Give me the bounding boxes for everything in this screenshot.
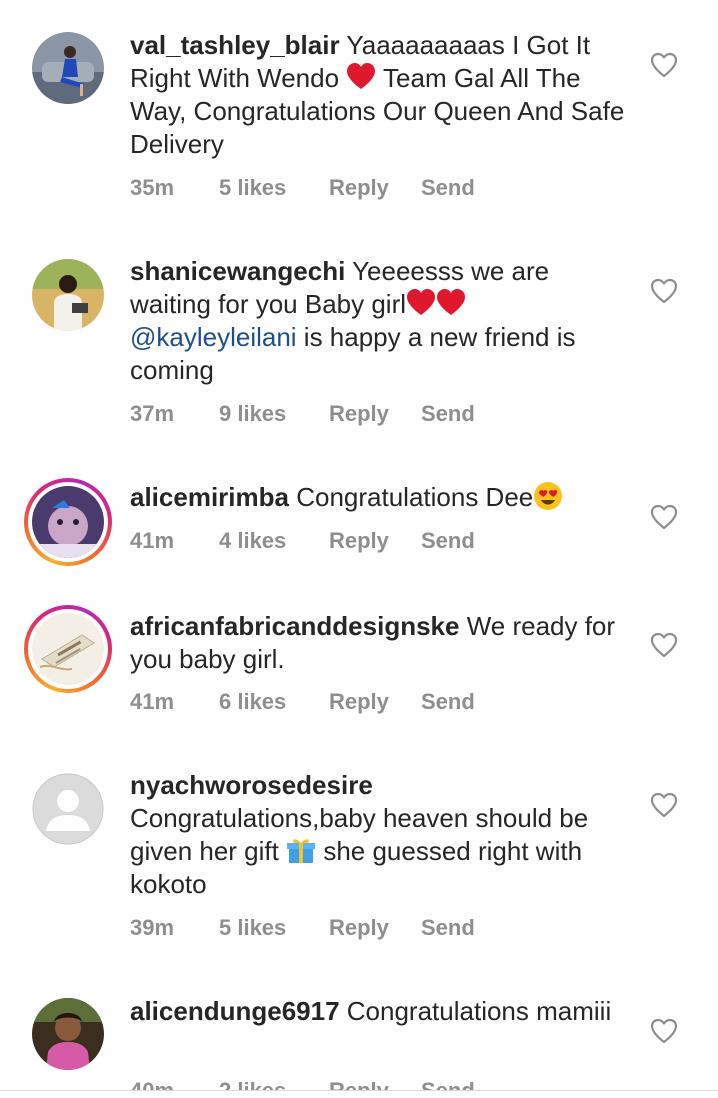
red-heart-emoji (406, 288, 436, 318)
comment-username[interactable]: alicendunge6917 (130, 996, 340, 1026)
comment-time: 41m (130, 528, 175, 553)
avatar-photo (32, 259, 104, 331)
comment-body: Congratulations Dee (288, 482, 534, 512)
comment-username[interactable]: val_tashley_blair (130, 30, 340, 60)
reply-button[interactable]: Reply (329, 1078, 389, 1090)
comment-time: 39m (130, 915, 175, 940)
heart-outline-icon[interactable] (650, 632, 678, 658)
reply-button[interactable]: Reply (329, 915, 389, 941)
avatar-photo (32, 998, 104, 1070)
comment-likes[interactable]: 2 likes (219, 1078, 286, 1090)
comment-text: val_tashley_blair Yaaaaaaaaas I Got It R… (130, 29, 630, 161)
avatar[interactable] (32, 259, 104, 331)
comment-likes[interactable]: 6 likes (219, 689, 286, 715)
send-button[interactable]: Send (421, 689, 475, 715)
avatar[interactable] (32, 773, 104, 845)
red-heart-emoji (436, 288, 466, 318)
divider (0, 1090, 718, 1091)
comment-text: shanicewangechi Yeeeesss we are waiting … (130, 255, 630, 387)
avatar-story-ring[interactable] (24, 478, 112, 566)
comment-text: nyachworosedesire Congratulations,baby h… (130, 769, 630, 901)
send-button[interactable]: Send (421, 175, 475, 201)
heart-outline-icon[interactable] (650, 1018, 678, 1044)
comment-text: alicemirimba Congratulations Dee (130, 481, 630, 514)
heart-eyes-emoji (533, 481, 563, 511)
heart-outline-icon[interactable] (650, 278, 678, 304)
comment-time: 35m (130, 175, 175, 200)
comment-username[interactable]: nyachworosedesire (130, 770, 373, 800)
avatar[interactable] (32, 32, 104, 104)
comment-text: africanfabricanddesignske We ready for y… (130, 610, 630, 676)
mention-link[interactable]: @kayleyleilani (130, 322, 297, 352)
reply-button[interactable]: Reply (329, 528, 389, 554)
gift-emoji (286, 835, 316, 865)
heart-outline-icon[interactable] (650, 792, 678, 818)
comment-username[interactable]: alicemirimba (130, 482, 289, 512)
comment-username[interactable]: shanicewangechi (130, 256, 345, 286)
comment-time: 40m (130, 1078, 174, 1090)
reply-button[interactable]: Reply (329, 689, 389, 715)
send-button[interactable]: Send (421, 528, 475, 554)
reply-button[interactable]: Reply (329, 401, 389, 427)
send-button[interactable]: Send (421, 401, 475, 427)
heart-outline-icon[interactable] (650, 504, 678, 530)
avatar[interactable] (32, 998, 104, 1070)
comment-time: 41m (130, 689, 175, 714)
comment-likes[interactable]: 4 likes (219, 528, 286, 554)
comment-likes[interactable]: 5 likes (219, 915, 286, 941)
comment-likes[interactable]: 5 likes (219, 175, 286, 201)
heart-outline-icon[interactable] (650, 52, 678, 78)
avatar-placeholder-icon (32, 773, 104, 845)
send-button[interactable]: Send (421, 1078, 475, 1090)
avatar-photo (32, 32, 104, 104)
red-heart-emoji (346, 62, 376, 92)
avatar-photo (32, 613, 104, 685)
comment-text: alicendunge6917 Congratulations mamiii (130, 995, 630, 1028)
reply-button[interactable]: Reply (329, 175, 389, 201)
send-button[interactable]: Send (421, 915, 475, 941)
comment-body: Congratulations mamiii (339, 996, 612, 1026)
avatar-photo (32, 486, 104, 558)
comment-likes[interactable]: 9 likes (219, 401, 286, 427)
comment-meta: 40m 2 likes Reply Send (130, 1078, 490, 1090)
comment-username[interactable]: africanfabricanddesignske (130, 611, 459, 641)
comment-time: 37m (130, 401, 175, 426)
avatar-story-ring[interactable] (24, 605, 112, 693)
